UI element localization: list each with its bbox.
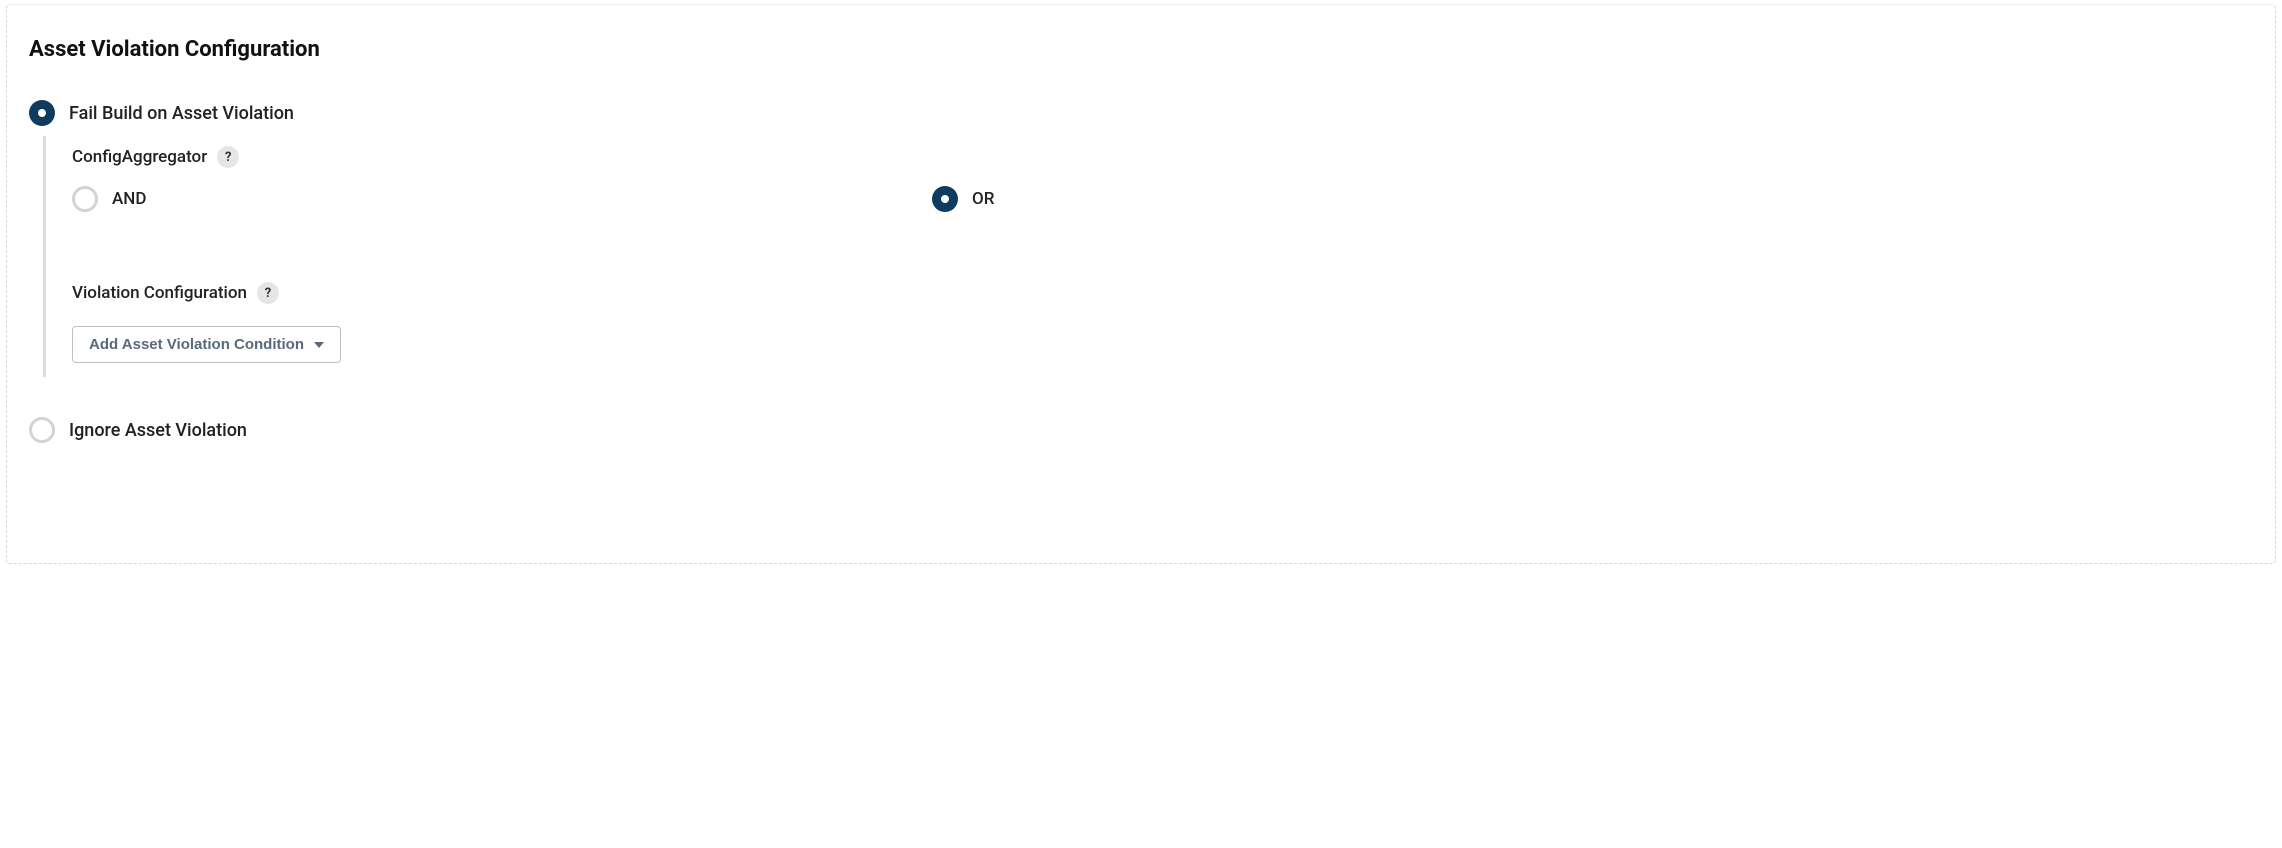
radio-and[interactable] — [72, 186, 98, 212]
add-button-label: Add Asset Violation Condition — [89, 336, 304, 353]
chevron-down-icon — [314, 342, 324, 348]
radio-and-label: AND — [112, 189, 146, 209]
radio-or[interactable] — [932, 186, 958, 212]
radio-fail-build[interactable] — [29, 100, 55, 126]
radio-ignore-label: Ignore Asset Violation — [69, 420, 247, 441]
option-ignore-row[interactable]: Ignore Asset Violation — [29, 417, 2253, 443]
aggregator-option-and[interactable]: AND — [72, 186, 852, 212]
aggregator-options-row: AND OR — [72, 186, 2253, 212]
radio-ignore[interactable] — [29, 417, 55, 443]
option-fail-build-row[interactable]: Fail Build on Asset Violation — [29, 100, 2253, 126]
config-aggregator-label: ConfigAggregator — [72, 147, 207, 167]
violation-config-header: Violation Configuration ? — [72, 282, 2253, 304]
help-icon[interactable]: ? — [217, 146, 239, 168]
violation-config-label: Violation Configuration — [72, 283, 247, 303]
asset-violation-config-panel: Asset Violation Configuration Fail Build… — [6, 4, 2276, 564]
add-asset-violation-condition-button[interactable]: Add Asset Violation Condition — [72, 326, 341, 363]
radio-or-label: OR — [972, 189, 994, 209]
help-icon[interactable]: ? — [257, 282, 279, 304]
config-aggregator-header: ConfigAggregator ? — [72, 146, 2253, 168]
aggregator-option-or[interactable]: OR — [932, 186, 994, 212]
fail-build-subsection: ConfigAggregator ? AND OR Violation Conf… — [43, 136, 2253, 377]
section-title: Asset Violation Configuration — [29, 37, 2253, 62]
radio-fail-build-label: Fail Build on Asset Violation — [69, 103, 294, 124]
